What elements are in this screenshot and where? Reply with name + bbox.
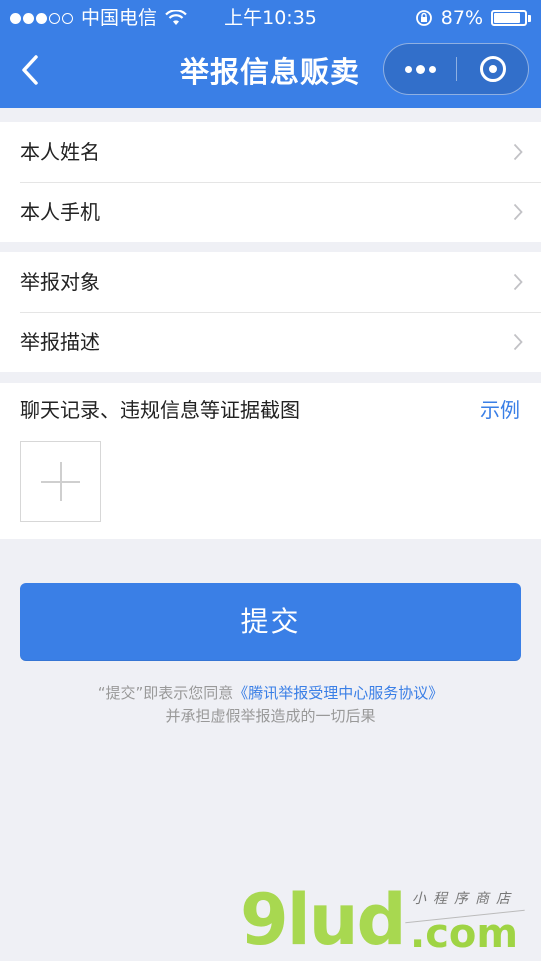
plus-icon	[60, 462, 62, 501]
chevron-right-icon	[513, 333, 523, 351]
form-row-phone[interactable]: 本人手机	[0, 182, 541, 242]
navigation-bar: 举报信息贩卖	[0, 36, 541, 108]
example-link[interactable]: 示例	[480, 396, 520, 424]
personal-info-group: 本人姓名 本人手机	[0, 122, 541, 242]
chevron-left-icon	[22, 55, 38, 85]
watermark-sub: 小程序商店	[412, 891, 517, 907]
signal-dot	[62, 12, 73, 24]
row-label: 本人姓名	[20, 140, 100, 164]
wifi-icon	[165, 10, 187, 25]
form-row-name[interactable]: 本人姓名	[0, 122, 541, 182]
signal-dot	[49, 12, 60, 24]
signal-dot	[36, 12, 47, 24]
miniprogram-capsule	[383, 43, 529, 95]
row-label: 举报对象	[20, 270, 100, 294]
status-left: 中国电信	[10, 0, 187, 36]
battery-percent: 87%	[440, 7, 483, 29]
carrier-label: 中国电信	[81, 7, 158, 29]
rotation-lock-icon	[415, 10, 432, 26]
header: 中国电信 上午10:35 87% 举报信息贩卖	[0, 0, 541, 108]
status-bar: 中国电信 上午10:35 87%	[0, 0, 541, 36]
more-options-button[interactable]	[384, 44, 456, 94]
row-label: 本人手机	[20, 200, 100, 224]
watermark-logo: 9lud 小程序商店 .com	[240, 880, 540, 960]
more-dot-icon	[404, 65, 412, 73]
more-dot-icon	[428, 65, 436, 73]
target-icon	[480, 56, 506, 82]
agreement-notice: “提交”即表示您同意《腾讯举报受理中心服务协议》 并承担虚假举报造成的一切后果	[0, 682, 541, 728]
page-title: 举报信息贩卖	[179, 55, 360, 89]
signal-dot	[23, 12, 34, 24]
watermark-domain: .com	[410, 911, 519, 957]
agreement-prefix: “提交”即表示您同意	[97, 684, 234, 702]
more-dot-icon	[415, 64, 425, 74]
status-right: 87%	[415, 0, 531, 36]
add-screenshot-button[interactable]	[20, 441, 101, 522]
evidence-section: 聊天记录、违规信息等证据截图 示例	[0, 383, 541, 539]
battery-tip	[528, 14, 531, 22]
close-miniprogram-button[interactable]	[457, 44, 529, 94]
form-row-description[interactable]: 举报描述	[0, 312, 541, 372]
battery-fill	[494, 13, 520, 23]
chevron-right-icon	[513, 203, 523, 221]
chevron-right-icon	[513, 273, 523, 291]
back-button[interactable]	[12, 50, 48, 90]
service-agreement-link[interactable]: 《腾讯举报受理中心服务协议》	[233, 684, 443, 702]
watermark-main: 9lud	[240, 879, 407, 961]
battery-icon	[491, 10, 527, 26]
chevron-right-icon	[513, 143, 523, 161]
form-row-target[interactable]: 举报对象	[0, 252, 541, 312]
submit-button[interactable]: 提交	[20, 583, 521, 661]
agreement-line-1: “提交”即表示您同意《腾讯举报受理中心服务协议》	[0, 682, 541, 705]
signal-dot	[10, 12, 21, 24]
signal-strength-icon	[10, 12, 75, 24]
report-info-group: 举报对象 举报描述	[0, 252, 541, 372]
agreement-line-2: 并承担虚假举报造成的一切后果	[165, 707, 376, 725]
row-label: 举报描述	[20, 330, 100, 354]
evidence-label: 聊天记录、违规信息等证据截图	[20, 398, 300, 422]
